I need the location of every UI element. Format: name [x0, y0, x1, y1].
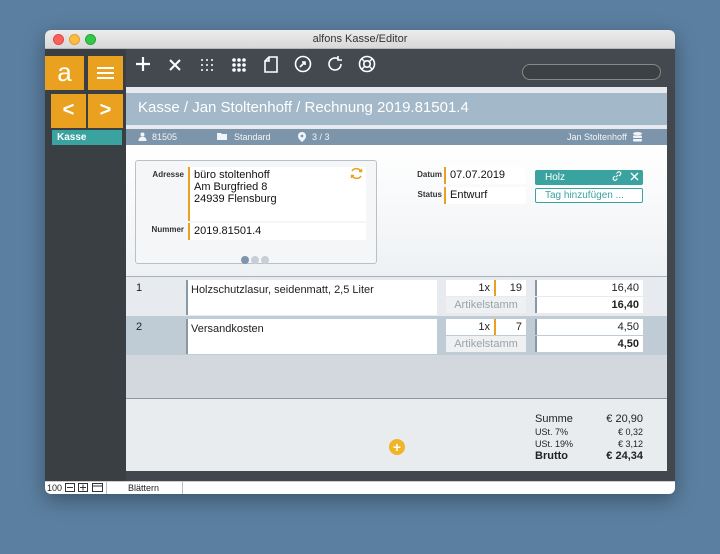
description-field[interactable]: Versandkosten — [186, 319, 437, 354]
summary-area: Summe € 20,90 USt. 7% € 0,32 USt. 19% € … — [126, 399, 667, 471]
date-label: Datum — [417, 170, 442, 179]
pager-dots[interactable] — [241, 255, 271, 267]
menu-icon — [97, 67, 114, 69]
sync-icon[interactable] — [350, 167, 363, 183]
toolbar — [126, 49, 675, 87]
position-number: 1 — [136, 282, 143, 294]
amount-field[interactable]: 4,50 — [535, 319, 643, 335]
window-title: alfons Kasse/Editor — [312, 33, 408, 45]
share-icon[interactable] — [291, 55, 315, 79]
link-icon[interactable] — [612, 171, 625, 184]
quantity-field[interactable]: 1x — [446, 319, 494, 335]
next-button[interactable]: > — [88, 94, 123, 128]
unit-field[interactable]: 19 — [494, 280, 526, 296]
add-line-button[interactable]: + — [389, 439, 405, 455]
category-label: Standard — [234, 132, 271, 142]
tag-holz[interactable]: Holz — [535, 170, 643, 185]
status-field[interactable]: Entwurf — [444, 187, 526, 204]
address-card: Adresse büro stoltenhoff Am Burgfried 8 … — [135, 160, 377, 264]
user-name: Jan Stoltenhoff — [567, 132, 627, 142]
help-icon[interactable] — [355, 55, 379, 79]
main-panel: Kasse / Jan Stoltenhoff / Rechnung 2019.… — [126, 87, 667, 471]
date-field[interactable]: 07.07.2019 — [444, 167, 526, 184]
refresh-icon[interactable] — [323, 55, 347, 79]
sidebar-item-kasse[interactable]: Kasse — [52, 130, 122, 145]
status-label: Status — [417, 190, 442, 199]
info-bar: 81505 Standard 3 / 3 Jan Stoltenhoff — [126, 129, 667, 145]
grid-dotted-icon[interactable] — [195, 55, 219, 79]
app-window: alfons Kasse/Editor a < > Kasse Kasse / … — [45, 30, 675, 494]
source-field[interactable]: Artikelstamm — [446, 297, 526, 313]
search-input[interactable] — [522, 64, 661, 80]
layout-icon[interactable] — [92, 483, 103, 494]
zoom-out-icon[interactable] — [65, 483, 75, 494]
plus-icon[interactable] — [131, 55, 155, 79]
mode-label: Blättern — [128, 483, 160, 493]
app-logo[interactable]: a — [45, 56, 84, 90]
empty-lines-area — [126, 355, 667, 398]
previous-button[interactable]: < — [51, 94, 86, 128]
database-icon — [633, 132, 642, 144]
address-label: Adresse — [152, 170, 184, 179]
document-header-area: Adresse büro stoltenhoff Am Burgfried 8 … — [126, 145, 667, 276]
status-bar: 100 Blättern — [45, 481, 675, 494]
breadcrumb: Kasse / Jan Stoltenhoff / Rechnung 2019.… — [126, 93, 667, 125]
page-counter: 3 / 3 — [312, 132, 330, 142]
grid-icon[interactable] — [227, 55, 251, 79]
line-total: 16,40 — [535, 297, 643, 313]
title-bar: alfons Kasse/Editor — [45, 30, 675, 49]
zoom-in-icon[interactable] — [78, 483, 88, 494]
table-row[interactable]: 2 Versandkosten 1x 7 Artikelstamm 4,50 4… — [126, 316, 667, 355]
position-number: 2 — [136, 321, 143, 333]
address-field[interactable]: büro stoltenhoff Am Burgfried 8 24939 Fl… — [188, 167, 366, 221]
close-icon[interactable] — [163, 55, 187, 79]
number-label: Nummer — [151, 225, 184, 234]
remove-tag-icon[interactable] — [630, 172, 639, 184]
menu-button[interactable] — [88, 56, 123, 90]
left-rail: a < > Kasse — [45, 49, 126, 481]
zoom-level: 100 — [47, 483, 63, 493]
table-row[interactable]: 1 Holzschutzlasur, seidenmatt, 2,5 Liter… — [126, 277, 667, 316]
line-total: 4,50 — [535, 336, 643, 352]
number-field[interactable]: 2019.81501.4 — [188, 223, 366, 240]
add-tag-button[interactable]: Tag hinzufügen ... — [535, 188, 643, 203]
person-icon — [138, 132, 147, 143]
amount-field[interactable]: 16,40 — [535, 280, 643, 296]
description-field[interactable]: Holzschutzlasur, seidenmatt, 2,5 Liter — [186, 280, 437, 315]
unit-field[interactable]: 7 — [494, 319, 526, 335]
folder-icon — [217, 132, 227, 142]
source-field[interactable]: Artikelstamm — [446, 336, 526, 352]
quantity-field[interactable]: 1x — [446, 280, 494, 296]
document-icon[interactable] — [259, 55, 283, 79]
customer-number: 81505 — [152, 132, 178, 142]
location-pin-icon — [298, 132, 306, 144]
